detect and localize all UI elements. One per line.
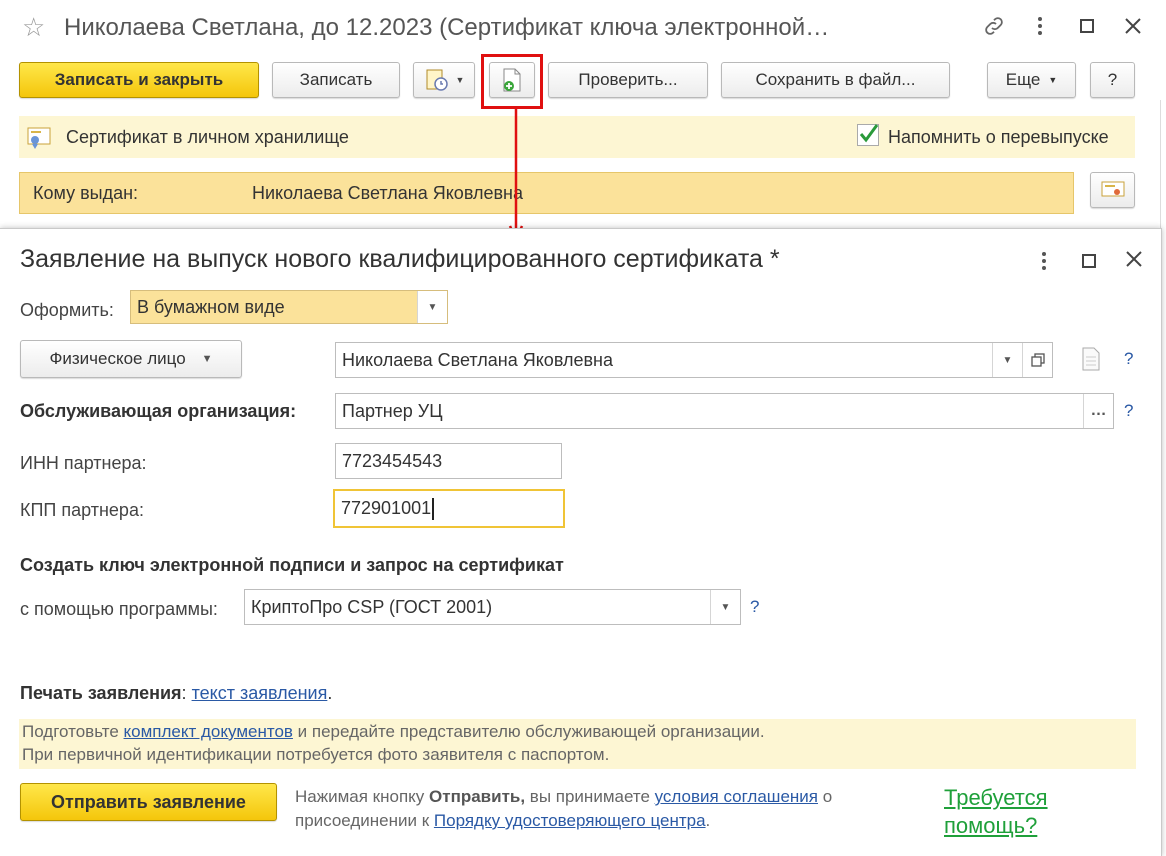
- send-application-button[interactable]: Отправить заявление: [20, 783, 277, 821]
- service-org-field[interactable]: Партнер УЦ …: [335, 393, 1114, 429]
- notice-prefix: Подготовьте: [22, 722, 124, 741]
- help-button[interactable]: ?: [1090, 62, 1135, 98]
- application-text-link[interactable]: текст заявления: [192, 683, 328, 703]
- select-ellipsis-icon[interactable]: …: [1083, 394, 1113, 428]
- maximize-icon[interactable]: [1082, 254, 1096, 273]
- agreement-part5: .: [705, 811, 711, 830]
- document-clock-icon: [426, 69, 448, 91]
- service-org-label: Обслуживающая организация:: [20, 401, 297, 421]
- person-value: Николаева Светлана Яковлевна: [342, 349, 613, 370]
- partner-kpp-field[interactable]: 772901001: [333, 489, 565, 528]
- help-question-icon[interactable]: ?: [1124, 349, 1133, 369]
- open-certificate-button[interactable]: [1090, 172, 1135, 208]
- link-icon[interactable]: [982, 14, 1006, 44]
- ca-procedure-link[interactable]: Порядку удостоверяющего центра: [434, 811, 706, 830]
- partner-kpp-label: КПП партнера:: [20, 500, 144, 520]
- notice-line1: Подготовьте комплект документов и переда…: [22, 722, 765, 742]
- documents-kit-link[interactable]: комплект документов: [124, 722, 293, 741]
- agreement-line2: присоединении к Порядку удостоверяющего …: [295, 811, 710, 831]
- program-label: с помощью программы:: [20, 599, 218, 619]
- partner-inn-field[interactable]: 7723454543: [335, 443, 562, 479]
- certificate-icon: [26, 124, 52, 155]
- agreement-part3: о: [817, 787, 833, 806]
- more-vertical-icon[interactable]: [1035, 14, 1045, 43]
- agreement-part1: Нажимая кнопку: [295, 787, 430, 806]
- person-type-label: Физическое лицо: [49, 349, 186, 368]
- create-key-heading: Создать ключ электронной подписи и запро…: [20, 555, 564, 575]
- need-help-link[interactable]: Требуется помощь?: [944, 784, 1048, 840]
- form-type-label: Оформить:: [20, 300, 114, 320]
- person-type-button[interactable]: Физическое лицо ▼: [20, 340, 242, 378]
- maximize-icon[interactable]: [1080, 19, 1094, 38]
- more-button[interactable]: Еще ▼: [987, 62, 1076, 98]
- documents-menu-button[interactable]: ▼: [413, 62, 475, 98]
- save-to-file-button[interactable]: Сохранить в файл...: [721, 62, 950, 98]
- program-select[interactable]: КриптоПро CSP (ГОСТ 2001) ▼: [244, 589, 741, 625]
- red-arrow: [508, 108, 524, 244]
- person-field[interactable]: Николаева Светлана Яковлевна ▼: [335, 342, 1053, 378]
- agreement-bold: Отправить,: [429, 787, 526, 806]
- agreement-line1: Нажимая кнопку Отправить, вы принимаете …: [295, 787, 832, 807]
- help-question-icon[interactable]: ?: [750, 597, 759, 617]
- document-icon[interactable]: [1081, 347, 1101, 376]
- need-help-line1: Требуется: [944, 785, 1048, 810]
- reminder-label: Напомнить о перевыпуске: [888, 127, 1109, 147]
- highlight-frame: [481, 54, 543, 109]
- favorite-star-icon[interactable]: ☆: [22, 12, 45, 43]
- open-icon[interactable]: [1022, 343, 1052, 377]
- print-label: Печать заявления: [20, 683, 182, 703]
- close-icon[interactable]: [1125, 250, 1143, 273]
- dropdown-arrow-icon: ▼: [201, 353, 213, 365]
- dialog-title: Заявление на выпуск нового квалифицирова…: [20, 245, 780, 273]
- need-help-line2: помощь?: [944, 813, 1038, 838]
- more-label: Еще: [1005, 70, 1041, 89]
- form-type-select[interactable]: В бумажном виде ▼: [130, 290, 448, 324]
- help-question-icon[interactable]: ?: [1124, 401, 1133, 421]
- save-and-close-button[interactable]: Записать и закрыть: [19, 62, 259, 98]
- issued-to-label: Кому выдан:: [33, 183, 139, 203]
- issued-to-value: Николаева Светлана Яковлевна: [252, 183, 523, 203]
- certificate-icon: [1101, 181, 1124, 197]
- dropdown-arrow-icon: ▼: [1048, 75, 1058, 85]
- dropdown-arrow-icon[interactable]: ▼: [417, 291, 447, 323]
- dropdown-arrow-icon[interactable]: ▼: [992, 343, 1022, 377]
- text-cursor: [432, 497, 435, 520]
- agreement-terms-link[interactable]: условия соглашения: [655, 787, 818, 806]
- partner-inn-label: ИНН партнера:: [20, 453, 147, 473]
- reminder-checkbox[interactable]: [857, 124, 879, 146]
- form-type-value: В бумажном виде: [137, 296, 285, 317]
- window-title: Николаева Светлана, до 12.2023 (Сертифик…: [64, 14, 830, 41]
- close-icon[interactable]: [1124, 17, 1142, 40]
- dropdown-arrow-icon[interactable]: ▼: [710, 590, 740, 624]
- window-edge: [1160, 100, 1166, 230]
- checkmark-icon: [859, 124, 879, 143]
- agreement-part4: присоединении к: [295, 811, 434, 830]
- info-bar-text: Сертификат в личном хранилище: [66, 127, 349, 147]
- partner-inn-value: 7723454543: [342, 450, 443, 471]
- service-org-value: Партнер УЦ: [342, 400, 443, 421]
- agreement-part2: вы принимаете: [525, 787, 655, 806]
- notice-suffix: и передайте представителю обслуживающей …: [292, 722, 765, 741]
- check-button[interactable]: Проверить...: [548, 62, 708, 98]
- dropdown-arrow-icon: ▼: [455, 75, 465, 85]
- notice-line2: При первичной идентификации потребуется …: [22, 745, 610, 764]
- partner-kpp-value: 772901001: [341, 498, 432, 518]
- print-row: Печать заявления: текст заявления.: [20, 683, 333, 703]
- more-vertical-icon[interactable]: [1039, 249, 1049, 278]
- certificate-request-dialog: Заявление на выпуск нового квалифицирова…: [0, 228, 1162, 856]
- program-value: КриптоПро CSP (ГОСТ 2001): [251, 596, 493, 617]
- save-button[interactable]: Записать: [272, 62, 400, 98]
- issued-to-row: [19, 172, 1074, 214]
